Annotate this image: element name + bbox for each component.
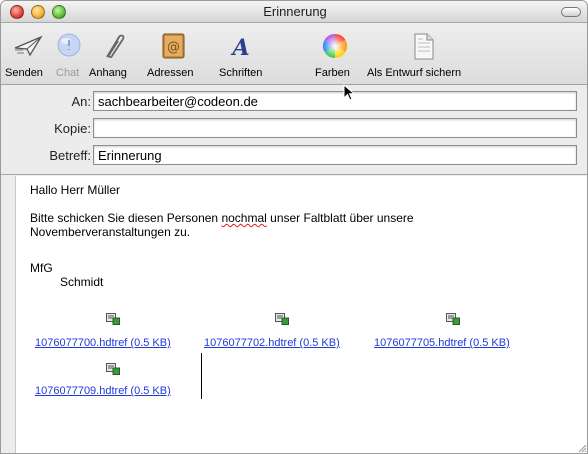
send-button[interactable]: Senden: [5, 23, 51, 85]
addresses-label: Adressen: [147, 67, 194, 79]
chat-icon: [57, 33, 81, 57]
mail-compose-window: Erinnerung Senden Chat Anhang @ Adressen…: [0, 0, 588, 454]
attachment-link[interactable]: 1076077705.hdtref (0.5 KB): [374, 337, 510, 349]
body-line-1-start: Bitte schicken Sie diesen Personen: [30, 211, 222, 225]
fonts-button[interactable]: A Schriften: [207, 23, 267, 85]
closing-line: MfG: [30, 261, 53, 275]
toolbar-toggle-button[interactable]: [561, 7, 581, 17]
toolbar: Senden Chat Anhang @ Adressen A Schrifte…: [1, 23, 587, 85]
svg-text:@: @: [167, 40, 180, 55]
save-draft-label: Als Entwurf sichern: [367, 67, 462, 79]
send-label: Senden: [5, 67, 43, 79]
title-bar[interactable]: Erinnerung: [1, 1, 587, 23]
file-attachment-icon[interactable]: [106, 313, 120, 325]
colors-label: Farben: [315, 67, 350, 79]
text-cursor: [201, 353, 202, 399]
file-attachment-icon[interactable]: [106, 363, 120, 375]
file-attachment-icon[interactable]: [275, 313, 289, 325]
chat-label: Chat: [56, 67, 80, 79]
subject-row: Betreff: Erinnerung: [1, 143, 587, 167]
to-row: An: sachbearbeiter@codeon.de: [1, 89, 587, 113]
attach-label: Anhang: [89, 67, 127, 79]
attachment-link[interactable]: 1076077700.hdtref (0.5 KB): [35, 337, 171, 349]
resize-grip-icon[interactable]: [577, 443, 587, 453]
attachment-link[interactable]: 1076077709.hdtref (0.5 KB): [35, 385, 171, 397]
subject-field[interactable]: Erinnerung: [93, 145, 577, 165]
address-book-icon: @: [162, 33, 185, 59]
cc-label: Kopie:: [54, 121, 91, 136]
fonts-icon: A: [230, 35, 249, 61]
cc-field[interactable]: [93, 118, 577, 138]
paperclip-icon: [106, 34, 125, 58]
file-attachment-icon[interactable]: [446, 313, 460, 325]
save-draft-icon: [414, 33, 434, 60]
to-field[interactable]: sachbearbeiter@codeon.de: [93, 91, 577, 111]
cc-row: Kopie:: [1, 116, 587, 140]
greeting-line: Hallo Herr Müller: [30, 183, 121, 197]
fonts-label: Schriften: [219, 67, 263, 79]
attachment-link[interactable]: 1076077702.hdtref (0.5 KB): [204, 337, 340, 349]
svg-text:A: A: [230, 35, 249, 61]
addresses-button[interactable]: @ Adressen: [135, 23, 207, 85]
body-line-2: Novemberveranstaltungen zu.: [30, 225, 191, 239]
signature-line: Schmidt: [60, 275, 104, 289]
chat-button[interactable]: Chat: [51, 23, 87, 85]
attach-button[interactable]: Anhang: [87, 23, 135, 85]
misspelled-word[interactable]: nochmal: [221, 211, 266, 225]
send-icon: [14, 35, 43, 57]
body-line-1: Bitte schicken Sie diesen Personen nochm…: [30, 211, 414, 225]
save-draft-button[interactable]: Als Entwurf sichern: [365, 23, 481, 85]
header-fields: An: sachbearbeiter@codeon.de Kopie: Betr…: [1, 85, 587, 175]
mouse-pointer-icon: [343, 84, 356, 101]
body-line-1-end: unser Faltblatt über unsere: [266, 211, 414, 225]
message-body[interactable]: Hallo Herr Müller Bitte schicken Sie die…: [15, 176, 587, 453]
colors-button[interactable]: Farben: [309, 23, 359, 85]
window-title: Erinnerung: [263, 4, 327, 19]
subject-label: Betreff:: [49, 148, 91, 163]
color-wheel-icon: [322, 33, 348, 58]
to-label: An:: [71, 94, 91, 109]
